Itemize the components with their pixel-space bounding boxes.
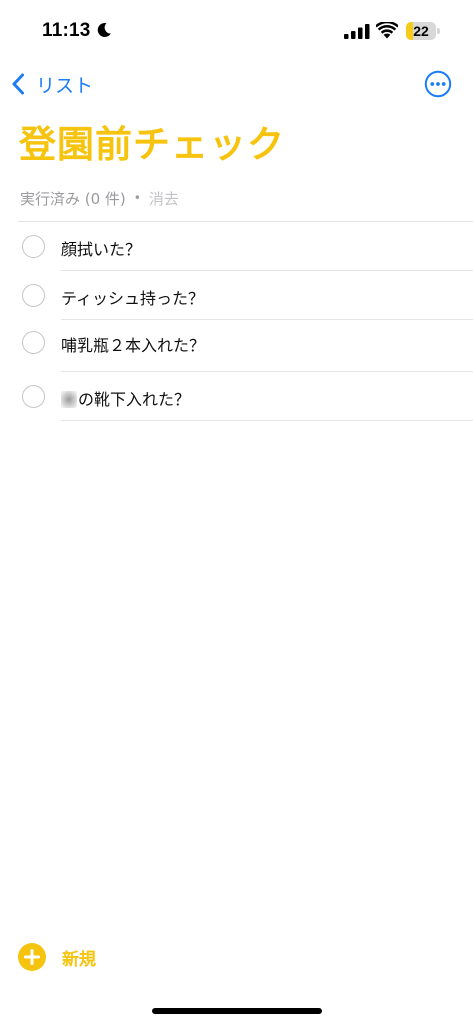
checkbox[interactable]: [22, 385, 45, 408]
plus-circle-icon: [18, 943, 46, 971]
list-item[interactable]: 顔拭いた？: [0, 222, 473, 271]
back-button[interactable]: リスト: [10, 68, 93, 100]
task-label[interactable]: 顔拭いた？: [61, 236, 141, 260]
separator-dot: •: [133, 191, 141, 205]
status-time: 11:13: [42, 20, 91, 41]
wifi-icon: [376, 22, 398, 39]
reminders-screen: 11:13 22 リスト 登園前チェック 実行済み (0 件) • 消去 顔拭い…: [0, 0, 473, 1024]
chevron-left-icon: [12, 73, 24, 95]
checkbox[interactable]: [22, 235, 45, 258]
checkbox[interactable]: [22, 331, 45, 354]
task-label[interactable]: の靴下入れた？: [61, 386, 190, 410]
clear-button[interactable]: 消去: [149, 188, 179, 209]
back-label: リスト: [36, 74, 94, 97]
signal-icon: [344, 24, 370, 39]
page-title: 登園前チェック: [19, 123, 285, 166]
new-reminder-button[interactable]: 新規: [18, 942, 96, 972]
status-bar: 11:13 22: [0, 0, 473, 62]
task-label[interactable]: ティッシュ持った？: [61, 285, 204, 309]
new-label: 新規: [62, 949, 96, 970]
list-item[interactable]: 哺乳瓶２本入れた？: [0, 320, 473, 372]
task-list: 顔拭いた？ ティッシュ持った？ 哺乳瓶２本入れた？ の靴下入れた？: [0, 222, 473, 421]
checkbox[interactable]: [22, 284, 45, 307]
task-label[interactable]: 哺乳瓶２本入れた？: [61, 332, 205, 356]
moon-icon: [97, 22, 111, 37]
redacted-name: [61, 391, 77, 408]
list-item[interactable]: ティッシュ持った？: [0, 271, 473, 320]
completed-summary: 実行済み (0 件) • 消去: [20, 187, 179, 209]
completed-count-label: 実行済み (0 件): [20, 189, 126, 208]
list-item[interactable]: の靴下入れた？: [0, 372, 473, 421]
battery-icon: 22: [406, 22, 440, 40]
ellipsis-circle-icon[interactable]: [424, 70, 452, 98]
home-indicator[interactable]: [152, 1008, 322, 1014]
battery-level: 22: [413, 23, 429, 39]
